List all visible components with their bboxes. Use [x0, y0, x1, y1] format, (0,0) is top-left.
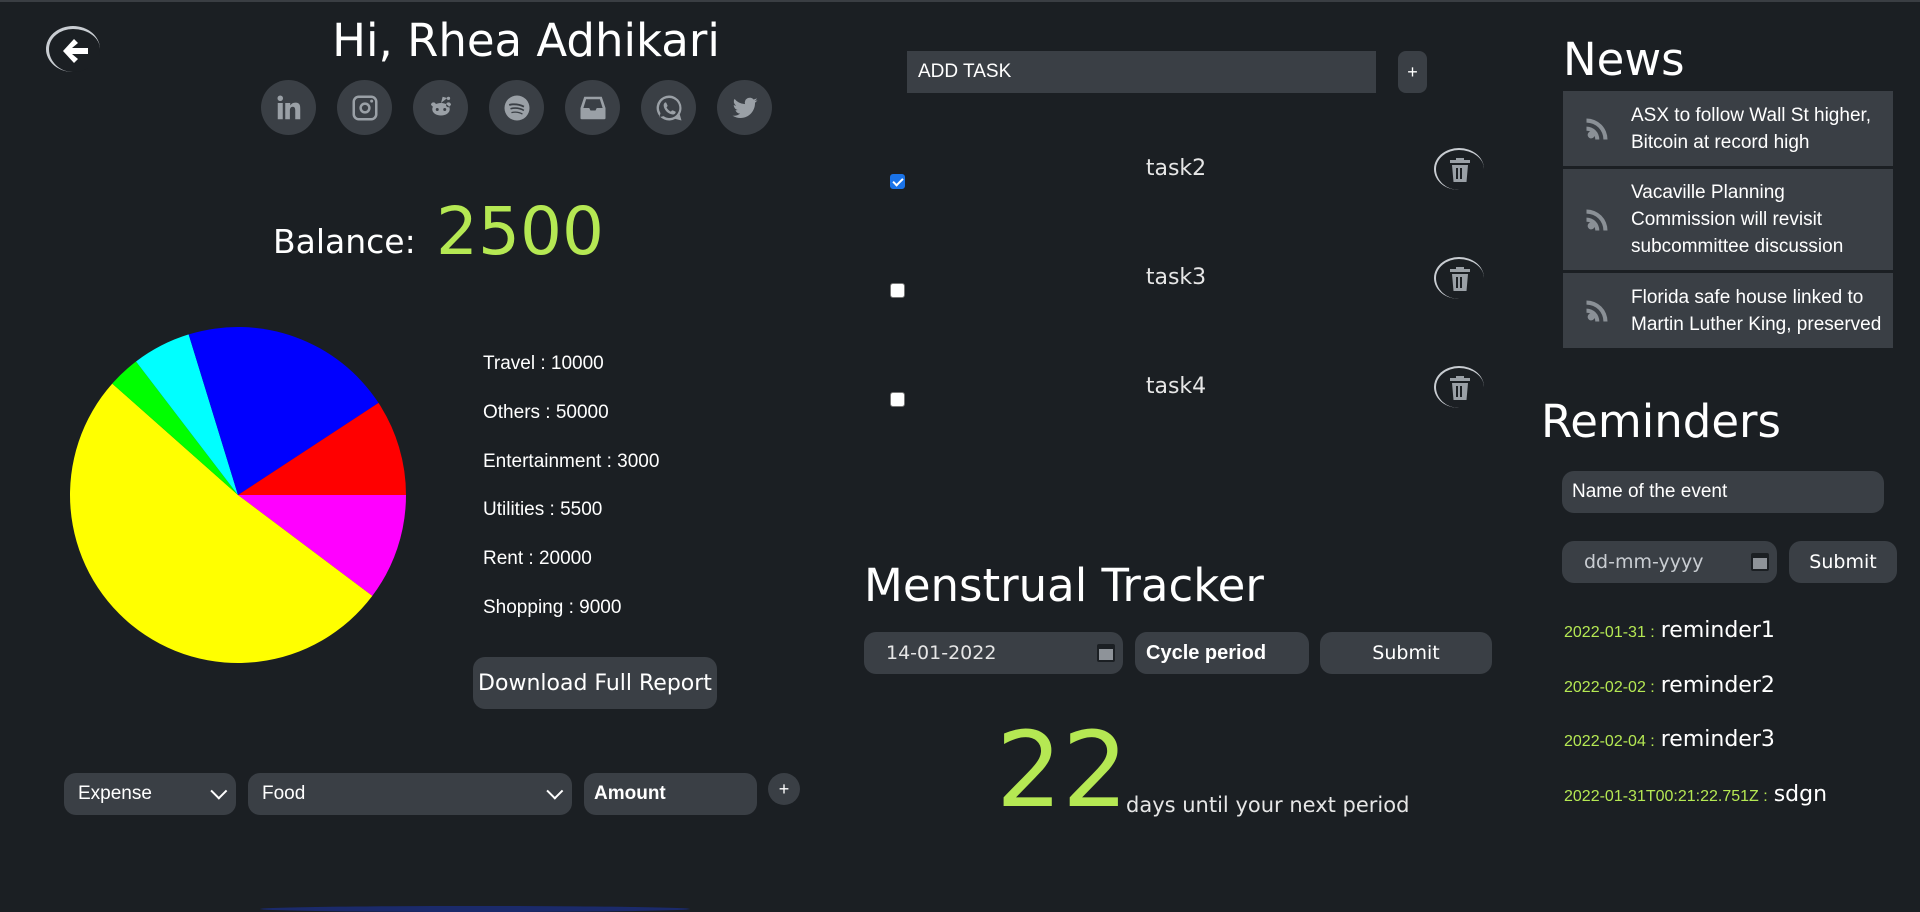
reminder-name: sdgn [1773, 782, 1828, 807]
add-task-input[interactable] [907, 51, 1376, 93]
rss-icon [1586, 300, 1608, 321]
legend-item-shopping: Shopping : 9000 [483, 596, 622, 618]
balance-value: 2500 [436, 193, 604, 270]
balance-label: Balance: [273, 222, 416, 261]
event-name-input[interactable] [1562, 471, 1884, 513]
chevron-down-icon [546, 782, 564, 800]
spotify-link[interactable] [489, 80, 544, 135]
expense-legend: Travel : 10000 Others : 50000 Entertainm… [483, 352, 659, 645]
news-item[interactable]: Vacaville Planning Commission will revis… [1563, 169, 1893, 273]
days-count: 22 [996, 709, 1129, 831]
task-label: task4 [1145, 374, 1207, 399]
whatsapp-icon [656, 95, 681, 120]
trash-icon [1450, 376, 1470, 400]
download-report-button[interactable]: Download Full Report [473, 657, 717, 709]
reminder-item: 2022-02-04 : reminder3 [1564, 727, 1775, 752]
news-headline: Vacaville Planning Commission will revis… [1631, 182, 1844, 257]
top-border [0, 0, 1920, 2]
rss-icon [1586, 118, 1608, 139]
category-value: Food [262, 783, 306, 804]
whatsapp-link[interactable] [641, 80, 696, 135]
back-button[interactable] [46, 26, 100, 72]
twitter-icon [732, 97, 757, 118]
period-submit-button[interactable]: Submit [1320, 632, 1492, 674]
twitter-link[interactable] [717, 80, 772, 135]
task-item: task3 [890, 257, 1485, 317]
category-select[interactable]: Food [248, 773, 572, 815]
add-task-button[interactable]: + [1398, 51, 1427, 93]
calendar-icon[interactable] [1751, 553, 1769, 571]
trash-icon [1450, 158, 1470, 182]
transaction-type-select[interactable]: Expense [64, 773, 236, 815]
task-item: task4 [890, 366, 1485, 426]
legend-item-others: Others : 50000 [483, 401, 609, 423]
rss-icon [1586, 209, 1608, 230]
social-links [261, 80, 772, 135]
amount-input[interactable] [584, 773, 757, 815]
legend-item-entertainment: Entertainment : 3000 [483, 450, 660, 472]
task-checkbox[interactable] [890, 174, 905, 189]
legend-item-travel: Travel : 10000 [483, 353, 604, 374]
delete-task-button[interactable] [1434, 257, 1484, 299]
reminder-date: 2022-02-04 : [1564, 733, 1655, 750]
instagram-link[interactable] [337, 80, 392, 135]
period-date-value: 14-01-2022 [886, 642, 997, 664]
linkedin-link[interactable] [261, 80, 316, 135]
inbox-link[interactable] [565, 80, 620, 135]
task-item: task2 [890, 148, 1485, 208]
task-label: task2 [1145, 156, 1207, 181]
calendar-icon[interactable] [1097, 644, 1115, 662]
task-checkbox[interactable] [890, 392, 905, 407]
trash-icon [1450, 267, 1470, 291]
task-checkbox[interactable] [890, 283, 905, 298]
chevron-down-icon [210, 782, 228, 800]
reminder-name: reminder3 [1660, 727, 1775, 752]
legend-item-rent: Rent : 20000 [483, 548, 592, 570]
linkedin-icon [277, 95, 300, 119]
greeting-title: Hi, Rhea Adhikari [332, 14, 720, 67]
arrow-left-icon [62, 38, 88, 63]
period-date-input[interactable]: 14-01-2022 [864, 632, 1123, 674]
reminder-date: 2022-01-31 : [1564, 624, 1655, 641]
reminder-name: reminder1 [1660, 618, 1775, 643]
news-headline: ASX to follow Wall St higher, Bitcoin at… [1631, 104, 1872, 153]
reminder-date-placeholder: dd-mm-yyyy [1584, 551, 1704, 573]
days-until-text: days until your next period [1126, 793, 1410, 817]
delete-task-button[interactable] [1434, 148, 1484, 190]
instagram-icon [352, 95, 377, 120]
add-expense-button[interactable]: + [768, 773, 800, 805]
reminder-date: 2022-01-31T00:21:22.751Z : [1564, 788, 1768, 805]
reddit-link[interactable] [413, 80, 468, 135]
reminder-item: 2022-01-31 : reminder1 [1564, 618, 1775, 643]
menstrual-tracker-title: Menstrual Tracker [864, 559, 1264, 612]
news-item[interactable]: ASX to follow Wall St higher, Bitcoin at… [1563, 91, 1893, 169]
task-label: task3 [1145, 265, 1207, 290]
expense-pie-chart [70, 327, 406, 663]
legend-item-utilities: Utilities : 5500 [483, 499, 603, 521]
spotify-icon [504, 95, 529, 120]
reminder-name: reminder2 [1660, 673, 1775, 698]
delete-task-button[interactable] [1434, 366, 1484, 408]
reminder-date: 2022-02-02 : [1564, 679, 1655, 696]
news-item[interactable]: Florida safe house linked to Martin Luth… [1563, 273, 1893, 351]
reminders-title: Reminders [1541, 395, 1781, 448]
news-list: ASX to follow Wall St higher, Bitcoin at… [1563, 91, 1893, 351]
reminder-item: 2022-02-02 : reminder2 [1564, 673, 1775, 698]
reminder-date-input[interactable]: dd-mm-yyyy [1562, 541, 1777, 583]
reminder-submit-button[interactable]: Submit [1789, 541, 1897, 583]
cycle-period-input[interactable] [1135, 632, 1309, 674]
news-headline: Florida safe house linked to Martin Luth… [1631, 286, 1882, 335]
transaction-type-value: Expense [78, 783, 152, 804]
bottom-decoration [260, 906, 690, 912]
reminder-item: 2022-01-31T00:21:22.751Z : sdgn [1564, 782, 1827, 807]
news-title: News [1563, 33, 1685, 86]
inbox-icon [580, 96, 605, 119]
reddit-icon [430, 96, 451, 115]
